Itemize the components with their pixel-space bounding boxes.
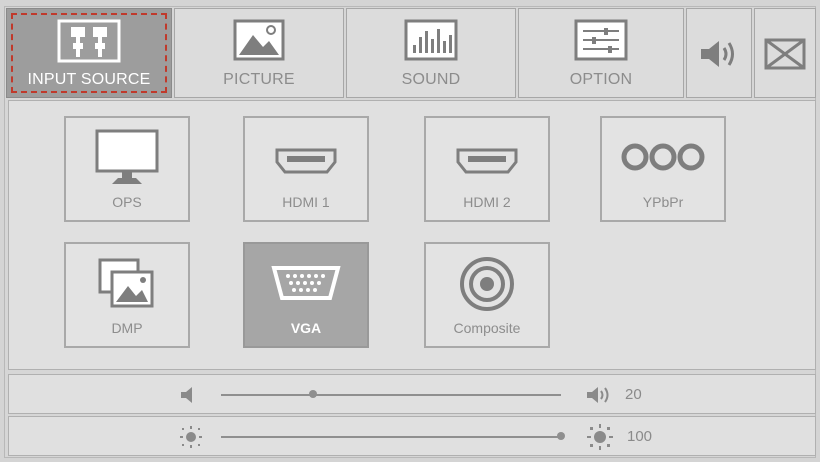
source-label: HDMI 2 — [463, 194, 511, 210]
volume-slider-row: 20 — [8, 374, 816, 414]
volume-low-icon — [181, 387, 192, 403]
source-ops[interactable]: OPS — [64, 116, 190, 222]
option-icon — [574, 19, 628, 61]
source-composite[interactable]: Composite — [424, 242, 550, 348]
tab-option[interactable]: OPTION — [518, 8, 684, 98]
tab-label: OPTION — [569, 71, 633, 88]
source-hdmi-2[interactable]: HDMI 2 — [424, 116, 550, 222]
close-box-icon — [764, 38, 806, 70]
picture-icon — [233, 19, 285, 61]
source-ypbpr[interactable]: YPbPr — [600, 116, 726, 222]
quick-mute-button[interactable] — [686, 8, 752, 98]
speaker-icon — [701, 41, 734, 67]
close-menu-button[interactable] — [754, 8, 816, 98]
volume-slider-track[interactable] — [221, 394, 561, 396]
volume-value: 20 — [625, 386, 642, 403]
source-label: Composite — [453, 320, 521, 336]
media-gallery-icon — [98, 258, 154, 308]
tab-sound[interactable]: SOUND — [346, 8, 516, 98]
brightness-slider-track[interactable] — [221, 436, 561, 438]
tab-label: SOUND — [401, 71, 461, 88]
source-label: OPS — [112, 194, 142, 210]
sound-icon — [404, 19, 458, 61]
source-label: HDMI 1 — [282, 194, 330, 210]
source-label: DMP — [111, 320, 143, 336]
source-label: YPbPr — [642, 194, 684, 210]
tab-label: PICTURE — [223, 71, 295, 88]
tab-picture[interactable]: PICTURE — [174, 8, 344, 98]
tab-input-source[interactable]: INPUT SOURCE — [6, 8, 172, 98]
menu-tab-bar: INPUT SOURCE PICTURE SOUND OPTION — [6, 8, 816, 98]
brightness-slider-thumb[interactable] — [557, 432, 565, 440]
component-ports-icon — [621, 143, 705, 171]
volume-high-icon — [587, 387, 609, 403]
composite-port-icon — [460, 257, 514, 311]
input-source-icon — [57, 19, 121, 63]
brightness-slider-row: 100 — [8, 416, 816, 456]
vga-port-icon — [271, 266, 341, 300]
tab-label: INPUT SOURCE — [27, 71, 151, 88]
volume-slider-thumb[interactable] — [308, 390, 317, 398]
brightness-low-icon — [180, 426, 202, 448]
monitor-icon — [95, 129, 159, 184]
source-dmp[interactable]: DMP — [64, 242, 190, 348]
brightness-high-icon — [587, 424, 613, 450]
hdmi-icon — [275, 148, 337, 174]
source-hdmi-1[interactable]: HDMI 1 — [243, 116, 369, 222]
hdmi-icon — [456, 148, 518, 174]
source-vga[interactable]: VGA — [243, 242, 369, 348]
source-label: VGA — [290, 320, 322, 336]
brightness-value: 100 — [627, 428, 653, 445]
